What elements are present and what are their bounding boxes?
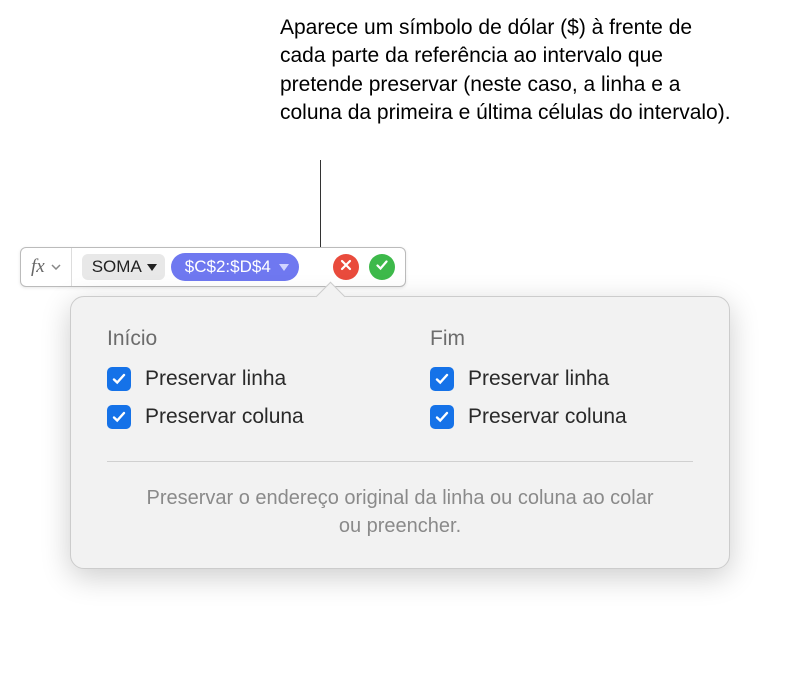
dropdown-triangle-icon — [147, 264, 157, 271]
fx-menu[interactable]: fx — [21, 248, 72, 286]
end-preserve-column-checkbox[interactable]: Preservar coluna — [430, 405, 693, 429]
checkbox-label: Preservar coluna — [468, 405, 627, 429]
formula-actions — [309, 248, 405, 286]
annotation-leader-line — [320, 160, 321, 255]
formula-bar: fx SOMA $C$2:$D$4 — [20, 247, 406, 287]
checkbox-checked-icon — [107, 405, 131, 429]
checkbox-checked-icon — [430, 405, 454, 429]
checkbox-checked-icon — [430, 367, 454, 391]
accept-button[interactable] — [369, 254, 395, 280]
formula-input[interactable]: SOMA $C$2:$D$4 — [72, 253, 309, 281]
checkbox-label: Preservar linha — [468, 367, 609, 391]
range-reference-text: $C$2:$D$4 — [185, 257, 271, 277]
end-preserve-row-checkbox[interactable]: Preservar linha — [430, 367, 693, 391]
function-name: SOMA — [92, 257, 142, 277]
popover-description: Preservar o endereço original da linha o… — [107, 484, 693, 540]
cancel-button[interactable] — [333, 254, 359, 280]
end-heading: Fim — [430, 327, 693, 351]
range-reference-token[interactable]: $C$2:$D$4 — [171, 253, 299, 281]
end-column: Fim Preservar linha Preservar coluna — [430, 327, 693, 443]
annotation-callout: Aparece um símbolo de dólar ($) à frente… — [280, 14, 740, 127]
checkbox-label: Preservar linha — [145, 367, 286, 391]
divider — [107, 461, 693, 462]
function-token[interactable]: SOMA — [82, 254, 165, 280]
checkbox-checked-icon — [107, 367, 131, 391]
chevron-down-icon — [51, 262, 61, 273]
start-preserve-column-checkbox[interactable]: Preservar coluna — [107, 405, 370, 429]
close-icon — [339, 258, 353, 277]
dropdown-triangle-icon — [279, 264, 289, 271]
start-preserve-row-checkbox[interactable]: Preservar linha — [107, 367, 370, 391]
start-column: Início Preservar linha Preservar coluna — [107, 327, 370, 443]
fx-label: fx — [31, 256, 45, 278]
start-heading: Início — [107, 327, 370, 351]
preserve-reference-popover: Início Preservar linha Preservar coluna … — [70, 296, 730, 569]
checkmark-icon — [375, 258, 389, 277]
checkbox-label: Preservar coluna — [145, 405, 304, 429]
